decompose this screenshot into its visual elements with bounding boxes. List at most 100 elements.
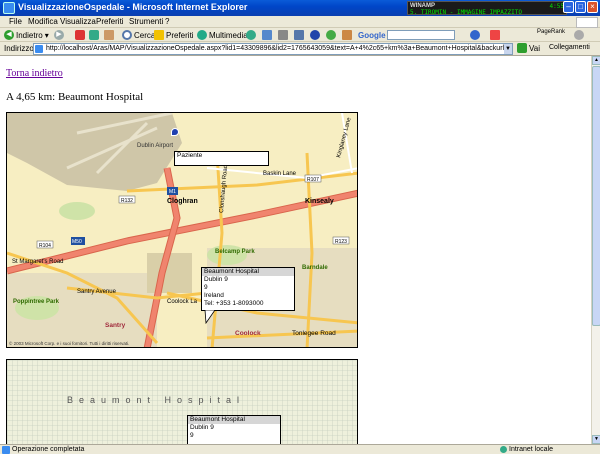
menu-file[interactable]: File	[9, 17, 22, 26]
stop-icon	[75, 30, 85, 40]
hospital-popup[interactable]: Beaumont Hospital Dublin 9 9 Ireland Tel…	[201, 267, 295, 311]
gear-icon	[574, 30, 584, 40]
menu-modifica[interactable]: Modifica	[28, 17, 58, 26]
google-toolbar[interactable]: Google	[358, 29, 386, 41]
back-button[interactable]: ◀ Indietro ▾	[4, 29, 49, 41]
pagerank-label: PageRank	[537, 29, 566, 35]
menu-preferiti[interactable]: Preferiti	[96, 17, 124, 26]
google-search-input[interactable]	[387, 30, 455, 40]
print-button[interactable]	[278, 29, 288, 41]
intranet-icon	[500, 446, 507, 453]
address-label: Indirizzo	[4, 44, 34, 53]
back-label: Indietro	[16, 30, 43, 40]
refresh-button[interactable]	[89, 29, 99, 41]
refresh-icon	[89, 30, 99, 40]
zone-label: Intranet locale	[509, 446, 553, 453]
hospital-popup-pointer	[204, 310, 216, 324]
label-coolock-lane: Coolock La	[167, 299, 198, 305]
bluetooth-icon	[310, 30, 320, 40]
multimedia-label: Multimedia	[209, 30, 248, 40]
map-detail-label: Beaumont Hospital	[67, 395, 246, 405]
research-button[interactable]	[342, 29, 352, 41]
go-label: Vai	[529, 43, 540, 53]
links-label[interactable]: Collegamenti	[549, 44, 590, 51]
label-r132: R132	[121, 198, 133, 204]
page-done-icon	[2, 446, 10, 454]
address-input[interactable]: http://localhost/Aras/MAP/Visualizzazion…	[33, 43, 513, 55]
page-content: Torna indietro A 4,65 km: Beaumont Hospi…	[0, 56, 591, 444]
menu-bar: File Modifica Visualizza Preferiti Strum…	[0, 16, 600, 28]
print-icon	[278, 30, 288, 40]
settings-button[interactable]	[574, 29, 584, 41]
stop-button[interactable]	[75, 29, 85, 41]
ie-window-icon	[3, 2, 15, 14]
label-baskin-lane: Baskin Lane	[263, 171, 297, 177]
edit-button[interactable]	[294, 29, 304, 41]
label-kinsealy: Kinsealy	[305, 198, 334, 205]
windows-logo-icon	[576, 17, 598, 28]
favorites-button[interactable]: Preferiti	[154, 29, 194, 41]
options-icon	[490, 30, 500, 40]
scroll-down-icon[interactable]: ▼	[592, 435, 600, 444]
hospital-popup-detail-title: Beaumont Hospital	[188, 416, 280, 424]
vertical-scrollbar[interactable]: ▲ ▼	[591, 56, 600, 444]
green-area	[59, 202, 95, 220]
label-cloghran: Cloghran	[167, 198, 198, 205]
bluetooth-button[interactable]	[310, 29, 320, 41]
patient-label: Paziente	[177, 152, 203, 159]
hospital-popup-detail[interactable]: Beaumont Hospital Dublin 9 9	[187, 415, 281, 444]
media-icon	[197, 30, 207, 40]
label-dublin-airport: Dublin Airport	[137, 143, 173, 149]
status-bar: Operazione completata Intranet locale	[0, 444, 600, 454]
multimedia-button[interactable]: Multimedia	[197, 29, 248, 41]
home-icon	[104, 30, 114, 40]
patient-popup[interactable]: Paziente	[174, 151, 269, 166]
distance-text: A 4,65 km: Beaumont Hospital	[6, 91, 144, 103]
hospital-popup-line: Dublin 9	[204, 276, 228, 283]
go-arrow-icon	[517, 43, 527, 53]
address-dropdown-icon[interactable]: ▼	[504, 44, 512, 54]
google-search-icon	[470, 30, 480, 40]
maximize-button[interactable]: □	[575, 1, 586, 13]
industrial-area	[147, 253, 192, 293]
belcamp-park-area	[207, 245, 247, 265]
search-button[interactable]: Cerca	[122, 29, 155, 41]
patient-pin-icon[interactable]	[171, 128, 179, 136]
window-title: VisualizzazioneOspedale - Microsoft Inte…	[18, 2, 248, 12]
map-copyright: © 2003 Microsoft Corp. e i suoi fornitor…	[9, 340, 129, 346]
go-button[interactable]: Vai	[517, 43, 540, 53]
mail-button[interactable]	[262, 29, 272, 41]
scroll-thumb[interactable]	[592, 66, 600, 326]
mail-icon	[262, 30, 272, 40]
winamp-widget[interactable]: WINAMP 5. TIROMIN - IMMAGINE IMPAZZITO 4…	[407, 1, 567, 16]
winamp-time: 4:55	[549, 3, 564, 10]
hospital-popup-line: Tel: +353 1-8093000	[204, 300, 264, 307]
label-r107: R107	[307, 177, 319, 183]
scroll-up-icon[interactable]: ▲	[592, 56, 600, 65]
standard-toolbar: ◀ Indietro ▾ ▶ Cerca Preferiti Multimedi…	[0, 28, 600, 42]
forward-arrow-icon: ▶	[54, 30, 64, 40]
window-controls: – □ ×	[563, 1, 598, 13]
menu-visualizza[interactable]: Visualizza	[60, 17, 96, 26]
menu-strumenti[interactable]: Strumenti	[129, 17, 163, 26]
page-icon	[35, 45, 43, 53]
close-button[interactable]: ×	[587, 1, 598, 13]
label-santry: Santry	[105, 322, 126, 329]
minimize-button[interactable]: –	[563, 1, 574, 13]
search-icon	[122, 30, 132, 40]
status-text: Operazione completata	[12, 446, 85, 453]
back-link[interactable]: Torna indietro	[6, 68, 63, 79]
winamp-track: 5. TIROMIN - IMMAGINE IMPAZZITO	[410, 9, 522, 16]
google-options-button[interactable]	[490, 29, 500, 41]
history-button[interactable]	[246, 29, 256, 41]
google-search-button[interactable]	[470, 29, 480, 41]
map-overview[interactable]: Dublin Airport Cloghran Kinsealy Baskin …	[6, 112, 358, 348]
map-detail[interactable]: Beaumont Hospital Beaumont Hospital Dubl…	[6, 359, 358, 444]
security-zone: Intranet locale	[500, 446, 553, 453]
home-button[interactable]	[104, 29, 114, 41]
forward-button[interactable]: ▶	[54, 29, 64, 41]
hospital-popup-title: Beaumont Hospital	[202, 268, 294, 276]
messenger-button[interactable]	[326, 29, 336, 41]
label-m50: M50	[72, 239, 82, 245]
menu-help[interactable]: ?	[165, 17, 169, 26]
